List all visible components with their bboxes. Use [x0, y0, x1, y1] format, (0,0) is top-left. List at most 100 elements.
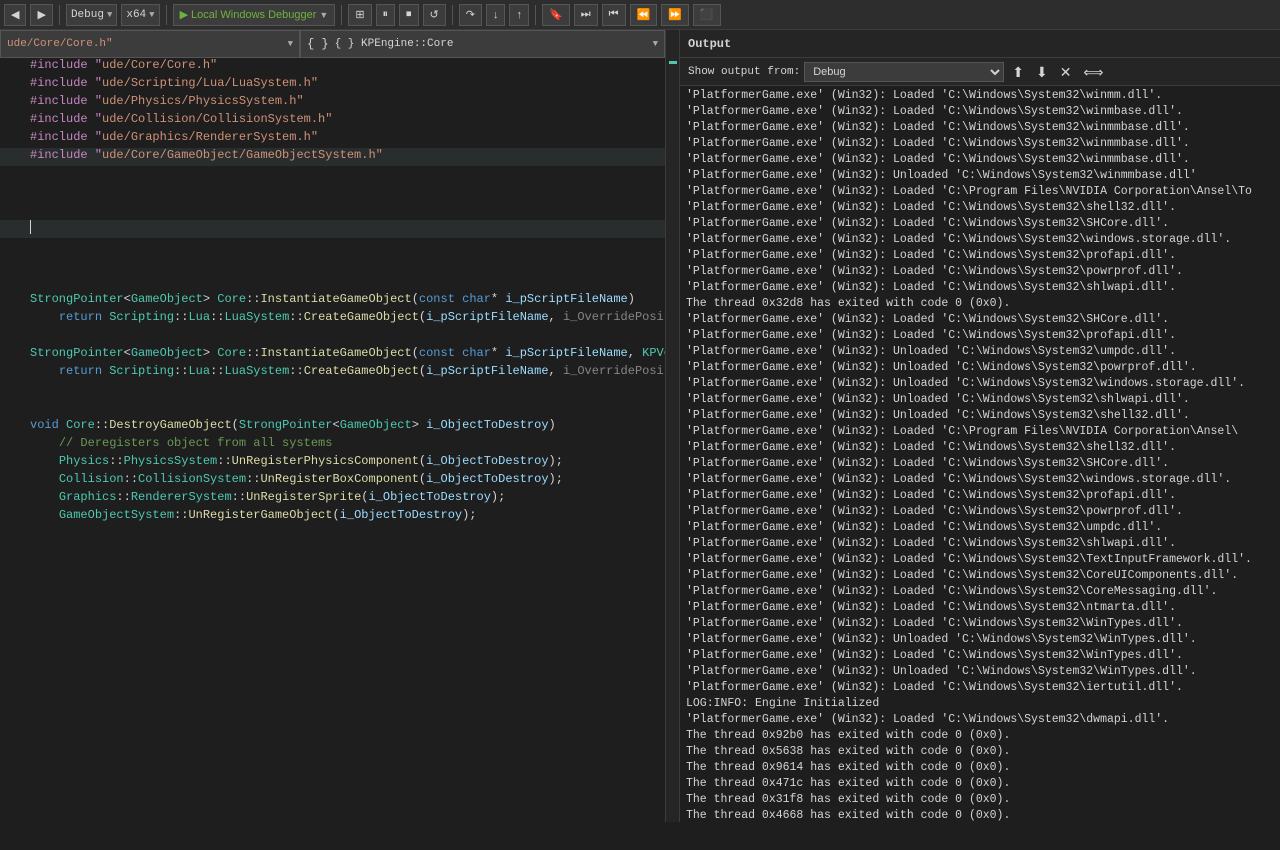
output-line-14: 'PlatformerGame.exe' (Win32): Loaded 'C:… — [684, 312, 1276, 328]
code-line-include-2: #include "ude/Scripting/Lua/LuaSystem.h" — [0, 76, 679, 94]
output-controls: Show output from: Debug ⬆ ⬇ ✕ ⟺ — [680, 58, 1280, 86]
output-line-26: 'PlatformerGame.exe' (Win32): Loaded 'C:… — [684, 504, 1276, 520]
output-title: Output — [688, 37, 731, 51]
output-line-39: 'PlatformerGame.exe' (Win32): Loaded 'C:… — [684, 712, 1276, 728]
output-line-25: 'PlatformerGame.exe' (Win32): Loaded 'C:… — [684, 488, 1276, 504]
output-line-17: 'PlatformerGame.exe' (Win32): Unloaded '… — [684, 360, 1276, 376]
code-line-fn1-body1: return Scripting::Lua::LuaSystem::Create… — [0, 310, 679, 328]
code-scrollbar[interactable] — [665, 58, 679, 822]
output-line-20: 'PlatformerGame.exe' (Win32): Unloaded '… — [684, 408, 1276, 424]
output-line-22: 'PlatformerGame.exe' (Win32): Loaded 'C:… — [684, 440, 1276, 456]
toolbar-icon-7[interactable]: ↑ — [509, 4, 529, 26]
output-line-28: 'PlatformerGame.exe' (Win32): Loaded 'C:… — [684, 536, 1276, 552]
code-text: #include "ude/Physics/PhysicsSystem.h" — [30, 94, 675, 108]
file-dropdown[interactable]: ude/Core/Core.h" ▼ — [0, 30, 300, 58]
back-button[interactable]: ◀ — [4, 4, 26, 26]
code-text — [30, 274, 675, 288]
code-line-fn2-body1: return Scripting::Lua::LuaSystem::Create… — [0, 364, 679, 382]
code-line-blank-2 — [0, 184, 679, 202]
toolbar-icon-3[interactable]: ⏹ — [399, 4, 419, 26]
output-source-select[interactable]: Debug — [804, 62, 1004, 82]
code-line-blank-7 — [0, 328, 679, 346]
code-panel: ude/Core/Core.h" ▼ { } { } KPEngine::Cor… — [0, 30, 680, 822]
code-text: // Deregisters object from all systems — [30, 436, 675, 450]
code-line-cursor — [0, 220, 679, 238]
code-line-blank-1 — [0, 166, 679, 184]
toolbar-icon-12[interactable]: ⏩ — [661, 4, 689, 26]
code-text — [30, 256, 675, 270]
toolbar-icon-4[interactable]: ↺ — [423, 4, 446, 26]
code-text: return Scripting::Lua::LuaSystem::Create… — [30, 310, 679, 324]
separator-3 — [341, 5, 342, 25]
code-line-include-3: #include "ude/Physics/PhysicsSystem.h" — [0, 94, 679, 112]
code-text: return Scripting::Lua::LuaSystem::Create… — [30, 364, 679, 378]
output-line-23: 'PlatformerGame.exe' (Win32): Loaded 'C:… — [684, 456, 1276, 472]
code-text — [30, 166, 675, 180]
output-line-40: The thread 0x92b0 has exited with code 0… — [684, 728, 1276, 744]
code-text: Physics::PhysicsSystem::UnRegisterPhysic… — [30, 454, 675, 468]
main-layout: ude/Core/Core.h" ▼ { } { } KPEngine::Cor… — [0, 30, 1280, 822]
output-line-38: LOG:INFO: Engine Initialized — [684, 696, 1276, 712]
output-line-9: 'PlatformerGame.exe' (Win32): Loaded 'C:… — [684, 232, 1276, 248]
code-text: GameObjectSystem::UnRegisterGameObject(i… — [30, 508, 675, 522]
debug-label: Debug — [71, 9, 104, 21]
toolbar-icon-13[interactable]: ⬛ — [693, 4, 721, 26]
arch-label: x64 — [126, 9, 146, 21]
output-line-43: The thread 0x471c has exited with code 0… — [684, 776, 1276, 792]
toolbar-icon-5[interactable]: ↷ — [459, 4, 482, 26]
output-line-16: 'PlatformerGame.exe' (Win32): Unloaded '… — [684, 344, 1276, 360]
code-line-blank-8 — [0, 382, 679, 400]
output-line-4: 'PlatformerGame.exe' (Win32): Loaded 'C:… — [684, 152, 1276, 168]
code-content[interactable]: #include "ude/Core/Core.h" #include "ude… — [0, 58, 679, 822]
output-line-7: 'PlatformerGame.exe' (Win32): Loaded 'C:… — [684, 200, 1276, 216]
output-line-37: 'PlatformerGame.exe' (Win32): Loaded 'C:… — [684, 680, 1276, 696]
debug-dropdown[interactable]: Debug ▼ — [66, 4, 117, 26]
code-text — [30, 220, 675, 234]
output-scroll-down-btn[interactable]: ⬇ — [1032, 63, 1052, 81]
function-dropdown[interactable]: { } { } KPEngine::Core ▼ — [300, 30, 665, 58]
code-line-include-4: #include "ude/Collision/CollisionSystem.… — [0, 112, 679, 130]
output-line-33: 'PlatformerGame.exe' (Win32): Loaded 'C:… — [684, 616, 1276, 632]
code-text — [30, 184, 675, 198]
output-line-32: 'PlatformerGame.exe' (Win32): Loaded 'C:… — [684, 600, 1276, 616]
code-text — [30, 328, 675, 342]
output-line-44: The thread 0x31f8 has exited with code 0… — [684, 792, 1276, 808]
output-line-21: 'PlatformerGame.exe' (Win32): Loaded 'C:… — [684, 424, 1276, 440]
toolbar-icon-11[interactable]: ⏪ — [630, 4, 658, 26]
code-line-blank-5 — [0, 256, 679, 274]
output-line-13: The thread 0x32d8 has exited with code 0… — [684, 296, 1276, 312]
toolbar-icon-8[interactable]: 🔖 — [542, 4, 570, 26]
separator-4 — [452, 5, 453, 25]
code-line-blank-9 — [0, 400, 679, 418]
run-button[interactable]: ▶ Local Windows Debugger ▼ — [173, 4, 336, 26]
toolbar-icon-9[interactable]: ⏭ — [574, 4, 598, 26]
output-line-1: 'PlatformerGame.exe' (Win32): Loaded 'C:… — [684, 104, 1276, 120]
output-line-24: 'PlatformerGame.exe' (Win32): Loaded 'C:… — [684, 472, 1276, 488]
output-line-19: 'PlatformerGame.exe' (Win32): Unloaded '… — [684, 392, 1276, 408]
output-line-45: The thread 0x4668 has exited with code 0… — [684, 808, 1276, 822]
output-scroll-up-btn[interactable]: ⬆ — [1008, 63, 1028, 81]
output-clear-btn[interactable]: ✕ — [1056, 63, 1076, 81]
debug-chevron: ▼ — [107, 10, 112, 20]
toolbar-icon-10[interactable]: ⏮ — [602, 4, 626, 26]
forward-button[interactable]: ▶ — [30, 4, 52, 26]
function-dropdown-chevron: ▼ — [653, 39, 658, 49]
play-icon: ▶ — [180, 8, 188, 21]
output-wrap-btn[interactable]: ⟺ — [1079, 63, 1107, 81]
code-line-include-5: #include "ude/Graphics/RendererSystem.h" — [0, 130, 679, 148]
toolbar-icon-1[interactable]: ⊞ — [348, 4, 371, 26]
code-text: #include "ude/Graphics/RendererSystem.h" — [30, 130, 675, 144]
code-text: StrongPointer<GameObject> Core::Instanti… — [30, 346, 679, 360]
arch-dropdown[interactable]: x64 ▼ — [121, 4, 159, 26]
toolbar-icon-6[interactable]: ↓ — [486, 4, 506, 26]
output-content[interactable]: 'PlatformerGame.exe' (Win32): Loaded 'C:… — [680, 86, 1280, 822]
toolbar-icon-2[interactable]: ⏸ — [376, 4, 396, 26]
output-line-30: 'PlatformerGame.exe' (Win32): Loaded 'C:… — [684, 568, 1276, 584]
output-line-41: The thread 0x5638 has exited with code 0… — [684, 744, 1276, 760]
output-line-0: 'PlatformerGame.exe' (Win32): Loaded 'C:… — [684, 88, 1276, 104]
code-line-destroy-b3: Graphics::RendererSystem::UnRegisterSpri… — [0, 490, 679, 508]
code-line-include-1: #include "ude/Core/Core.h" — [0, 58, 679, 76]
file-dropdown-chevron: ▼ — [288, 39, 293, 49]
output-line-36: 'PlatformerGame.exe' (Win32): Unloaded '… — [684, 664, 1276, 680]
braces-icon: { } — [307, 37, 329, 51]
